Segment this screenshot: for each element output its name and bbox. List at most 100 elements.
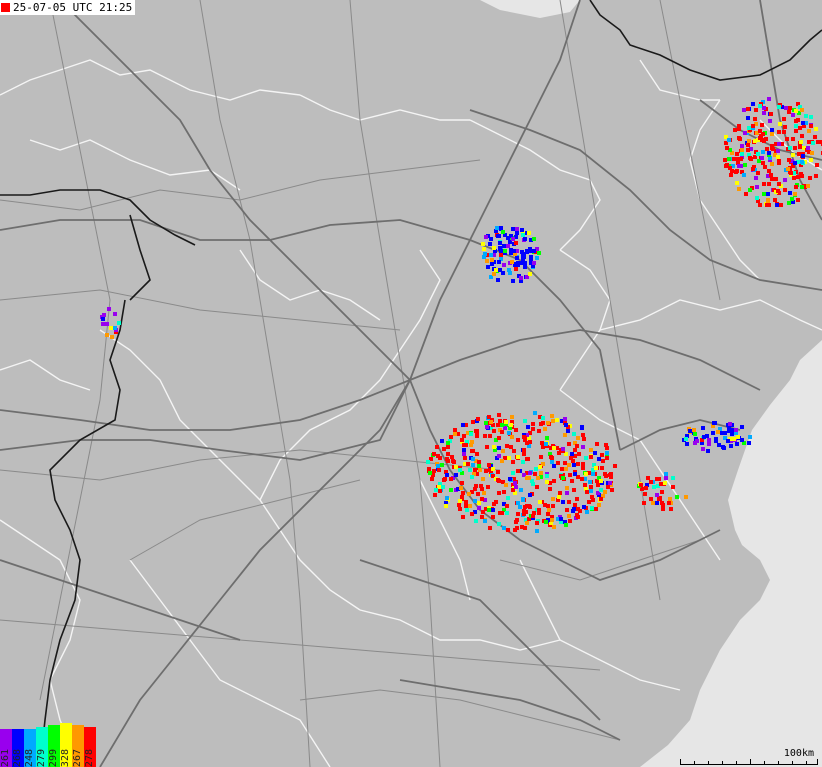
lightning-strike [668,497,672,501]
lightning-strike [693,441,697,445]
lightning-strike [464,504,468,508]
lightning-strike [642,501,646,505]
lightning-strike [740,144,744,148]
lightning-strike [558,491,562,495]
lightning-strike [523,419,527,423]
lightning-strike [531,482,535,486]
lightning-strike [508,477,512,481]
lightning-strike [457,503,461,507]
lightning-strike [492,502,496,506]
lightning-strike [442,447,446,451]
lightning-strike [761,150,765,154]
lightning-strike [107,307,111,311]
legend-item: 279 [36,727,48,767]
lightning-strike [815,163,819,167]
lightning-strike [450,455,454,459]
lightning-strike [441,485,445,489]
lightning-strike [535,521,539,525]
lightning-strike [505,444,509,448]
lightning-strike [109,326,113,330]
lightning-strike [814,174,818,178]
lightning-strike [644,486,648,490]
lightning-strike [758,136,762,140]
lightning-strike [751,102,755,106]
lightning-strike [596,483,600,487]
lightning-strike [734,170,738,174]
lightning-strike [531,422,535,426]
lightning-strike [462,434,466,438]
lightning-strike [714,439,718,443]
lightning-strike [518,505,522,509]
lightning-strike [520,525,524,529]
lightning-strike [585,510,589,514]
lightning-strike [483,434,487,438]
lightning-strike [727,138,731,142]
lightning-strike [807,129,811,133]
lightning-strike [433,493,437,497]
lightning-strike [525,441,529,445]
lightning-strike [758,104,762,108]
lightning-strike [557,495,561,499]
lightning-strike [471,463,475,467]
lightning-strike [436,464,440,468]
lightning-strike [568,519,572,523]
lightning-strike [589,448,593,452]
lightning-strike [113,326,117,330]
lightning-map[interactable]: 25-07-05 UTC 21:25 261 268 248 279 299 328 267… [0,0,822,767]
lightning-strike [458,499,462,503]
lightning-strike [469,432,473,436]
lightning-strike [485,259,489,263]
lightning-strike [589,489,593,493]
lightning-strike [713,421,717,425]
lightning-strike [800,160,804,164]
lightning-strike [801,121,805,125]
lightning-strike [532,261,536,265]
lightning-strike [533,472,537,476]
lightning-strike [525,521,529,525]
lightning-strike [560,467,564,471]
lightning-strike [766,192,770,196]
lightning-strike [434,488,438,492]
lightning-strike [539,422,543,426]
lightning-strike [477,460,481,464]
lightning-strike [569,456,573,460]
lightning-strike [585,490,589,494]
lightning-strike [652,485,656,489]
legend-item-label: 261 [0,748,11,767]
lightning-strike [537,429,541,433]
lightning-strike [529,257,533,261]
lightning-strike [597,457,601,461]
lightning-strike [523,237,527,241]
lightning-strike [538,500,542,504]
lightning-strike [589,485,593,489]
lightning-strike [567,463,571,467]
lightning-strike [556,461,560,465]
lightning-strike [729,173,733,177]
lightning-strike [545,474,549,478]
lightning-strike [516,469,520,473]
lightning-strike [552,479,556,483]
lightning-strike [444,504,448,508]
lightning-strike [545,480,549,484]
lightning-strike [460,438,464,442]
lightning-strike [510,415,514,419]
lightning-strike [684,437,688,441]
lightning-strike [522,435,526,439]
legend-item-label: 268 [12,748,23,767]
lightning-strike [533,411,537,415]
lightning-strike [482,491,486,495]
lightning-strike [735,152,739,156]
lightning-strike [787,201,791,205]
lightning-strike [507,456,511,460]
lightning-strike [440,463,444,467]
lightning-strike [461,491,465,495]
lightning-strike [113,312,117,316]
lightning-strike [767,97,771,101]
lightning-strike [469,443,473,447]
lightning-strike [603,490,607,494]
lightning-strike [532,511,536,515]
lightning-strike [786,167,790,171]
lightning-strike [783,125,787,129]
lightning-strike [661,507,665,511]
lightning-strike [809,115,813,119]
